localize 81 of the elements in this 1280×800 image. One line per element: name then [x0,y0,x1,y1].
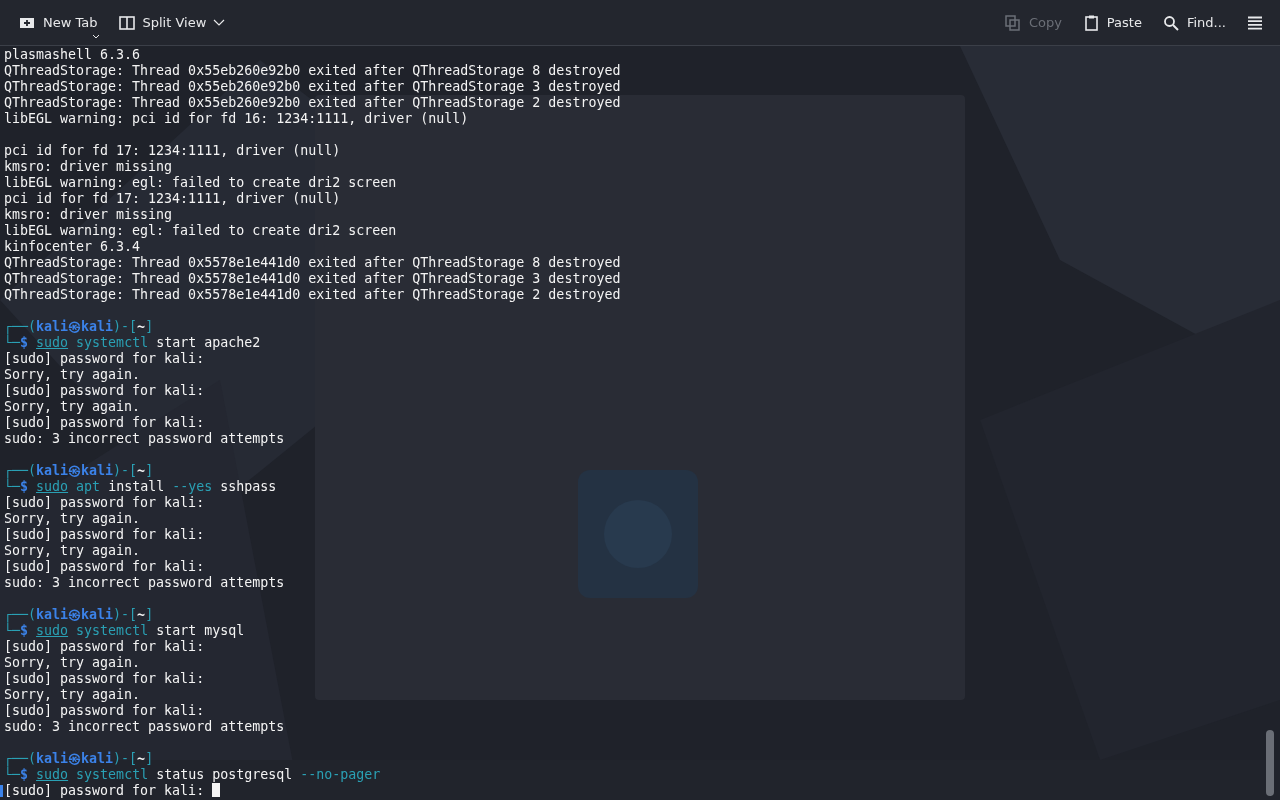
command-text: start mysql [156,623,245,638]
terminal-line: libEGL warning: egl: failed to create dri2 screen [4,223,397,239]
prompt-text: ┌──( [4,463,37,478]
prompt-text: $ [20,335,29,350]
command-text: --no-pager [300,767,381,782]
prompt-text: └─ [4,479,20,494]
prompt-text: $ [20,479,29,494]
terminal-line: QThreadStorage: Thread 0x55eb260e92b0 exited after QThreadStorage 8 destroyed [4,63,621,79]
command-text: sshpass [220,479,277,494]
terminal-line: plasmashell 6.3.6 [4,47,141,63]
terminal-line: Sorry, try again. [4,399,141,415]
terminal-line: QThreadStorage: Thread 0x5578e1e441d0 exited after QThreadStorage 2 destroyed [4,287,621,303]
prompt-text: ~ [137,319,146,334]
command-text: apt [76,479,101,494]
prompt-text: └─ [4,767,20,782]
terminal-line: Sorry, try again. [4,655,141,671]
terminal-line: sudo: 3 incorrect password attempts [4,719,285,735]
terminal-line: Sorry, try again. [4,543,141,559]
prompt-text: kali㉿kali [36,463,114,478]
terminal-line: QThreadStorage: Thread 0x5578e1e441d0 exited after QThreadStorage 8 destroyed [4,255,621,271]
prompt-text: )-[ [113,607,138,622]
terminal-line: sudo: 3 incorrect password attempts [4,431,285,447]
prompt-text: ~ [137,463,146,478]
prompt-text: └─ [4,335,20,350]
command-text: sudo [36,479,69,494]
terminal-line: [sudo] password for kali: [4,639,205,655]
prompt-text: ~ [137,751,146,766]
prompt-text: ┌──( [4,319,37,334]
terminal-line: [sudo] password for kali: [4,703,205,719]
terminal-line: sudo: 3 incorrect password attempts [4,575,285,591]
prompt-text: $ [20,767,29,782]
terminal-line: QThreadStorage: Thread 0x55eb260e92b0 exited after QThreadStorage 3 destroyed [4,79,621,95]
terminal-line: QThreadStorage: Thread 0x5578e1e441d0 exited after QThreadStorage 3 destroyed [4,271,621,287]
terminal-line: [sudo] password for kali: [4,415,205,431]
split-view-button[interactable]: Split View [109,8,234,37]
command-text: systemctl [76,767,149,782]
prompt-text: )-[ [113,463,138,478]
terminal-line: libEGL warning: pci id for fd 16: 1234:1111, driver (null) [4,111,469,127]
prompt-text: ┌──( [4,607,37,622]
terminal-line: [sudo] password for kali: [4,495,205,511]
command-text: status postgresql [156,767,293,782]
command-text: --yes [172,479,213,494]
terminal-line: [sudo] password for kali: [4,527,205,543]
terminal-line: pci id for fd 17: 1234:1111, driver (null) [4,143,341,159]
prompt-text: )-[ [113,319,138,334]
prompt-text: kali㉿kali [36,319,114,334]
prompt-text: ] [145,751,154,766]
terminal-line: [sudo] password for kali: [4,671,205,687]
terminal-line: kmsro: driver missing [4,207,173,223]
terminal-line: Sorry, try again. [4,511,141,527]
command-text: sudo [36,623,69,638]
terminal-line: QThreadStorage: Thread 0x55eb260e92b0 exited after QThreadStorage 2 destroyed [4,95,621,111]
terminal-line: kmsro: driver missing [4,159,173,175]
prompt-text: └─ [4,623,20,638]
prompt-text: $ [20,623,29,638]
command-text: systemctl [76,623,149,638]
new-tab-button[interactable]: New Tab [10,8,106,37]
prompt-text: ] [145,607,154,622]
find-button[interactable]: Find... [1153,8,1234,37]
prompt-text: kali㉿kali [36,751,114,766]
command-text: install [108,479,165,494]
prompt-text: kali㉿kali [36,607,114,622]
prompt-text: )-[ [113,751,138,766]
terminal-line: Sorry, try again. [4,367,141,383]
command-text: systemctl [76,335,149,350]
paste-button[interactable]: Paste [1073,8,1150,37]
terminal-line: [sudo] password for kali: [4,783,205,798]
command-text: start apache2 [156,335,261,350]
command-text: sudo [36,767,69,782]
prompt-text: ┌──( [4,751,37,766]
command-text: sudo [36,335,69,350]
prompt-text: ] [145,463,154,478]
terminal-line: [sudo] password for kali: [4,351,205,367]
terminal-line: kinfocenter 6.3.4 [4,239,141,255]
terminal-line: [sudo] password for kali: [4,383,205,399]
terminal-line: [sudo] password for kali: [4,559,205,575]
terminal-line: Sorry, try again. [4,687,141,703]
terminal-line: libEGL warning: egl: failed to create dri2 screen [4,175,397,191]
prompt-text: ~ [137,607,146,622]
terminal-line: pci id for fd 17: 1234:1111, driver (null) [4,191,341,207]
prompt-text: ] [145,319,154,334]
